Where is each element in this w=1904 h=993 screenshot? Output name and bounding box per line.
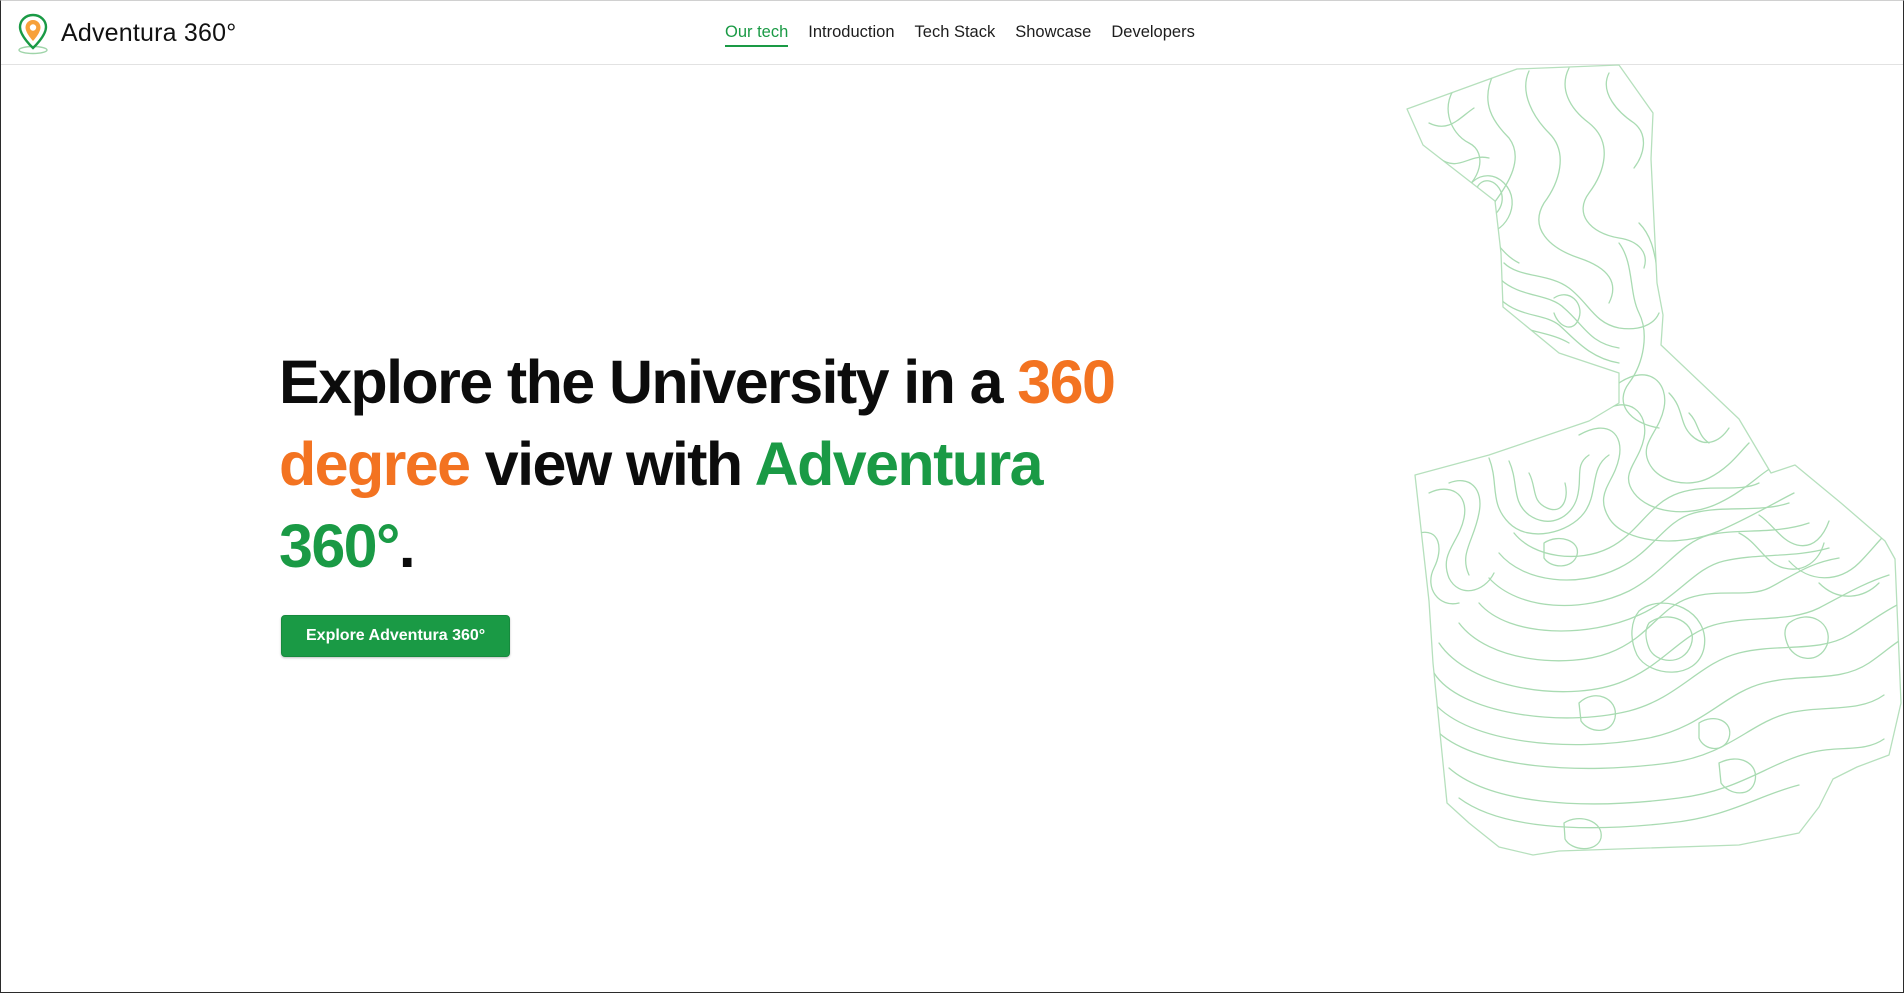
hero-title: Explore the University in a 360 degree v… xyxy=(279,341,1179,587)
main-nav: Our tech Introduction Tech Stack Showcas… xyxy=(725,1,1195,65)
nav-item-introduction[interactable]: Introduction xyxy=(808,21,894,46)
nav-item-showcase[interactable]: Showcase xyxy=(1015,21,1091,46)
hero-title-period: . xyxy=(398,512,416,580)
page: Adventura 360° Our tech Introduction Tec… xyxy=(0,0,1904,993)
explore-button[interactable]: Explore Adventura 360° xyxy=(281,615,511,657)
brand-name: Adventura 360° xyxy=(61,18,237,47)
brand-link[interactable]: Adventura 360° xyxy=(15,9,236,57)
map-pin-logo-icon xyxy=(18,13,48,55)
nav-item-developers[interactable]: Developers xyxy=(1111,21,1194,46)
hero-title-part3: view with xyxy=(469,430,755,498)
hero-title-part1: Explore the University in a xyxy=(279,348,1018,416)
site-header: Adventura 360° Our tech Introduction Tec… xyxy=(1,1,1903,65)
nav-item-our-tech[interactable]: Our tech xyxy=(725,21,789,47)
hero-section: Explore the University in a 360 degree v… xyxy=(279,341,1179,657)
nav-item-tech-stack[interactable]: Tech Stack xyxy=(915,21,996,46)
topographic-map-illustration xyxy=(1406,64,1902,856)
